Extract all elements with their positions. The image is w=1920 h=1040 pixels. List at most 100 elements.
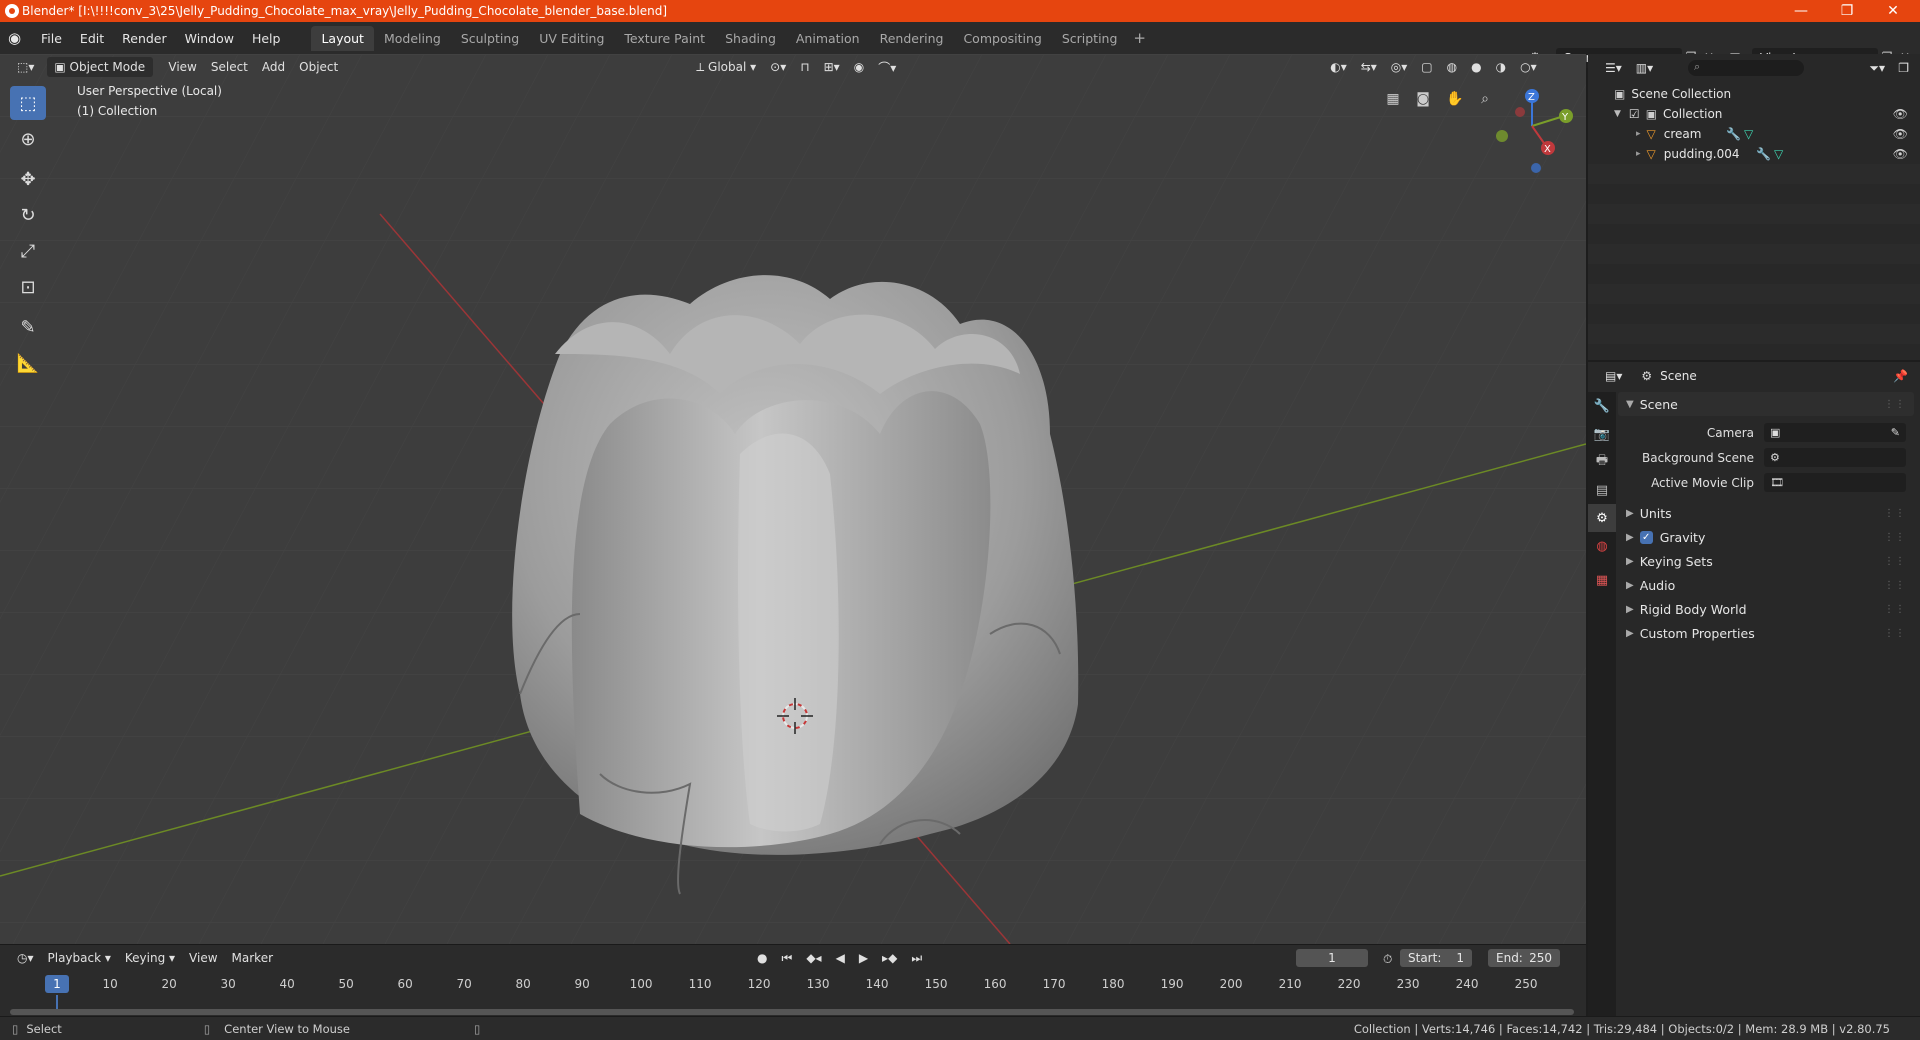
- snap-target-icon[interactable]: ⊞▾: [817, 57, 847, 77]
- transform-tool-icon[interactable]: ⊡: [10, 270, 46, 304]
- record-icon[interactable]: ●: [750, 948, 774, 968]
- wireframe-shading-icon[interactable]: ◍: [1440, 57, 1464, 77]
- rigid-body-world-panel[interactable]: ▶ Rigid Body World ⋮⋮: [1618, 597, 1914, 621]
- outliner-search-input[interactable]: ⌕: [1688, 60, 1804, 76]
- add-workspace-icon[interactable]: +: [1127, 29, 1152, 47]
- tool-tab-icon[interactable]: 🔧: [1588, 392, 1616, 420]
- menu-keying[interactable]: Keying ▾: [118, 948, 182, 968]
- audio-panel[interactable]: ▶ Audio ⋮⋮: [1618, 573, 1914, 597]
- view-layer-tab-icon[interactable]: ▤: [1588, 476, 1616, 504]
- audio-drag-handle[interactable]: ⋮⋮: [1884, 580, 1906, 591]
- collection-expand-icon[interactable]: ▼: [1614, 109, 1621, 119]
- minimize-button[interactable]: —: [1778, 0, 1824, 22]
- world-tab-icon[interactable]: ◍: [1588, 532, 1616, 560]
- jump-end-icon[interactable]: ⏭: [904, 948, 929, 968]
- next-keyframe-icon[interactable]: ▸◆: [875, 948, 904, 968]
- material-shading-icon[interactable]: ◑: [1489, 57, 1513, 77]
- cream-expand-icon[interactable]: ▸: [1636, 129, 1641, 139]
- falloff-icon[interactable]: ⌒▾: [871, 57, 903, 77]
- menu-marker[interactable]: Marker: [225, 948, 280, 968]
- tab-compositing[interactable]: Compositing: [953, 26, 1051, 51]
- scene-tab-icon[interactable]: ⚙: [1588, 504, 1616, 532]
- render-shading-icon[interactable]: ○▾: [1513, 57, 1544, 77]
- rotate-tool-icon[interactable]: ↻: [10, 198, 46, 232]
- tab-sculpting[interactable]: Sculpting: [451, 26, 529, 51]
- menu-window[interactable]: Window: [176, 31, 243, 46]
- outliner-row-pudding[interactable]: ▸ ▽ pudding.004 🔧 ▽ 👁: [1588, 144, 1920, 164]
- pudding-expand-icon[interactable]: ▸: [1636, 149, 1641, 159]
- outliner-row-scene-collection[interactable]: ▣ Scene Collection: [1588, 84, 1920, 104]
- keying-sets-panel[interactable]: ▶ Keying Sets ⋮⋮: [1618, 549, 1914, 573]
- menu-object[interactable]: Object: [292, 57, 345, 77]
- proportional-edit-icon[interactable]: ◉: [847, 57, 871, 77]
- outliner-editor-type-icon[interactable]: ☰▾: [1598, 58, 1629, 78]
- preview-range-icon[interactable]: ⏱: [1376, 949, 1399, 969]
- tab-layout[interactable]: Layout: [311, 25, 374, 51]
- tab-scripting[interactable]: Scripting: [1052, 26, 1128, 51]
- scale-tool-icon[interactable]: ⤢: [10, 234, 46, 268]
- viewport-3d[interactable]: Z Y X ⬚▾ ▣ Object Mode View Select Add O…: [0, 54, 1586, 944]
- timeline-scrollbar[interactable]: [10, 1009, 1574, 1015]
- menu-add[interactable]: Add: [255, 57, 292, 77]
- custom-properties-panel[interactable]: ▶ Custom Properties ⋮⋮: [1618, 621, 1914, 645]
- timeline-ruler[interactable]: 1 10 20 30 40 50 60 70 80 90 100 110 120 130 140 150 16…: [0, 975, 1586, 995]
- close-button[interactable]: ✕: [1870, 0, 1916, 22]
- object-mode-dropdown[interactable]: ▣ Object Mode: [47, 57, 154, 77]
- units-panel[interactable]: ▶ Units ⋮⋮: [1618, 501, 1914, 525]
- move-tool-icon[interactable]: ✥: [10, 162, 46, 196]
- xray-icon[interactable]: ▢: [1414, 57, 1439, 77]
- gizmo-toggle-icon[interactable]: ⇆▾: [1354, 57, 1384, 77]
- keying-sets-drag-handle[interactable]: ⋮⋮: [1884, 556, 1906, 567]
- cursor-tool-icon[interactable]: ⊕: [10, 122, 46, 156]
- display-mode-icon[interactable]: ▥▾: [1629, 58, 1660, 78]
- collection-checkbox-icon[interactable]: ☑: [1629, 107, 1640, 121]
- tab-uv-editing[interactable]: UV Editing: [529, 26, 614, 51]
- select-box-tool-icon[interactable]: ⬚: [10, 86, 46, 120]
- timeline-menu-view[interactable]: View: [182, 948, 224, 968]
- menu-file[interactable]: File: [32, 31, 71, 46]
- background-scene-field[interactable]: ⚙: [1764, 448, 1906, 467]
- units-drag-handle[interactable]: ⋮⋮: [1884, 508, 1906, 519]
- menu-edit[interactable]: Edit: [71, 31, 113, 46]
- tab-animation[interactable]: Animation: [786, 26, 870, 51]
- tab-rendering[interactable]: Rendering: [870, 26, 954, 51]
- toggle-camera-view-icon[interactable]: ▦: [1380, 86, 1406, 112]
- current-frame-marker[interactable]: 1: [45, 975, 69, 993]
- eyedropper-icon[interactable]: ✎: [1891, 426, 1900, 439]
- gravity-checkbox[interactable]: ✓: [1639, 530, 1653, 544]
- tab-modeling[interactable]: Modeling: [374, 26, 451, 51]
- camera-view-icon[interactable]: ◙: [1410, 86, 1436, 112]
- jump-start-icon[interactable]: ⏮: [775, 948, 800, 968]
- rigid-body-drag-handle[interactable]: ⋮⋮: [1884, 604, 1906, 615]
- outliner-row-cream[interactable]: ▸ ▽ cream 🔧 ▽ 👁: [1588, 124, 1920, 144]
- overlay-toggle-icon[interactable]: ◎▾: [1384, 57, 1415, 77]
- render-tab-icon[interactable]: 📷: [1588, 420, 1616, 448]
- cream-visibility-icon[interactable]: 👁: [1893, 127, 1908, 141]
- annotate-tool-icon[interactable]: ✎: [10, 310, 46, 344]
- gravity-drag-handle[interactable]: ⋮⋮: [1884, 532, 1906, 543]
- snap-icon[interactable]: ⊓: [793, 57, 816, 77]
- start-frame-field[interactable]: Start: 1: [1400, 949, 1472, 967]
- pan-view-icon[interactable]: ✋: [1442, 86, 1468, 112]
- measure-tool-icon[interactable]: 📐: [10, 346, 46, 380]
- transform-orientation-dropdown[interactable]: ⟂ Global ▾: [689, 57, 763, 77]
- menu-view[interactable]: View: [161, 57, 203, 77]
- pudding-visibility-icon[interactable]: 👁: [1893, 147, 1908, 161]
- viewport-canvas[interactable]: Z Y X: [0, 54, 1586, 944]
- zoom-view-icon[interactable]: ⌕: [1472, 86, 1498, 112]
- current-frame-field[interactable]: 1: [1296, 949, 1368, 967]
- custom-props-drag-handle[interactable]: ⋮⋮: [1884, 628, 1906, 639]
- pin-icon[interactable]: 📌: [1893, 369, 1908, 383]
- visibility-icon[interactable]: ◐▾: [1323, 57, 1354, 77]
- new-collection-icon[interactable]: ❐: [1891, 58, 1916, 78]
- maximize-button[interactable]: ❐: [1824, 0, 1870, 22]
- camera-field[interactable]: ▣ ✎: [1764, 423, 1906, 442]
- output-tab-icon[interactable]: 🖶: [1588, 448, 1616, 476]
- solid-shading-icon[interactable]: ●: [1464, 57, 1488, 77]
- end-frame-field[interactable]: End: 250: [1488, 949, 1560, 967]
- tab-shading[interactable]: Shading: [715, 26, 786, 51]
- blender-menu-icon[interactable]: ◉: [8, 29, 32, 47]
- menu-select[interactable]: Select: [204, 57, 255, 77]
- properties-editor-type-icon[interactable]: ▤▾: [1598, 366, 1629, 386]
- filter-icon[interactable]: ⏷▾: [1862, 58, 1892, 78]
